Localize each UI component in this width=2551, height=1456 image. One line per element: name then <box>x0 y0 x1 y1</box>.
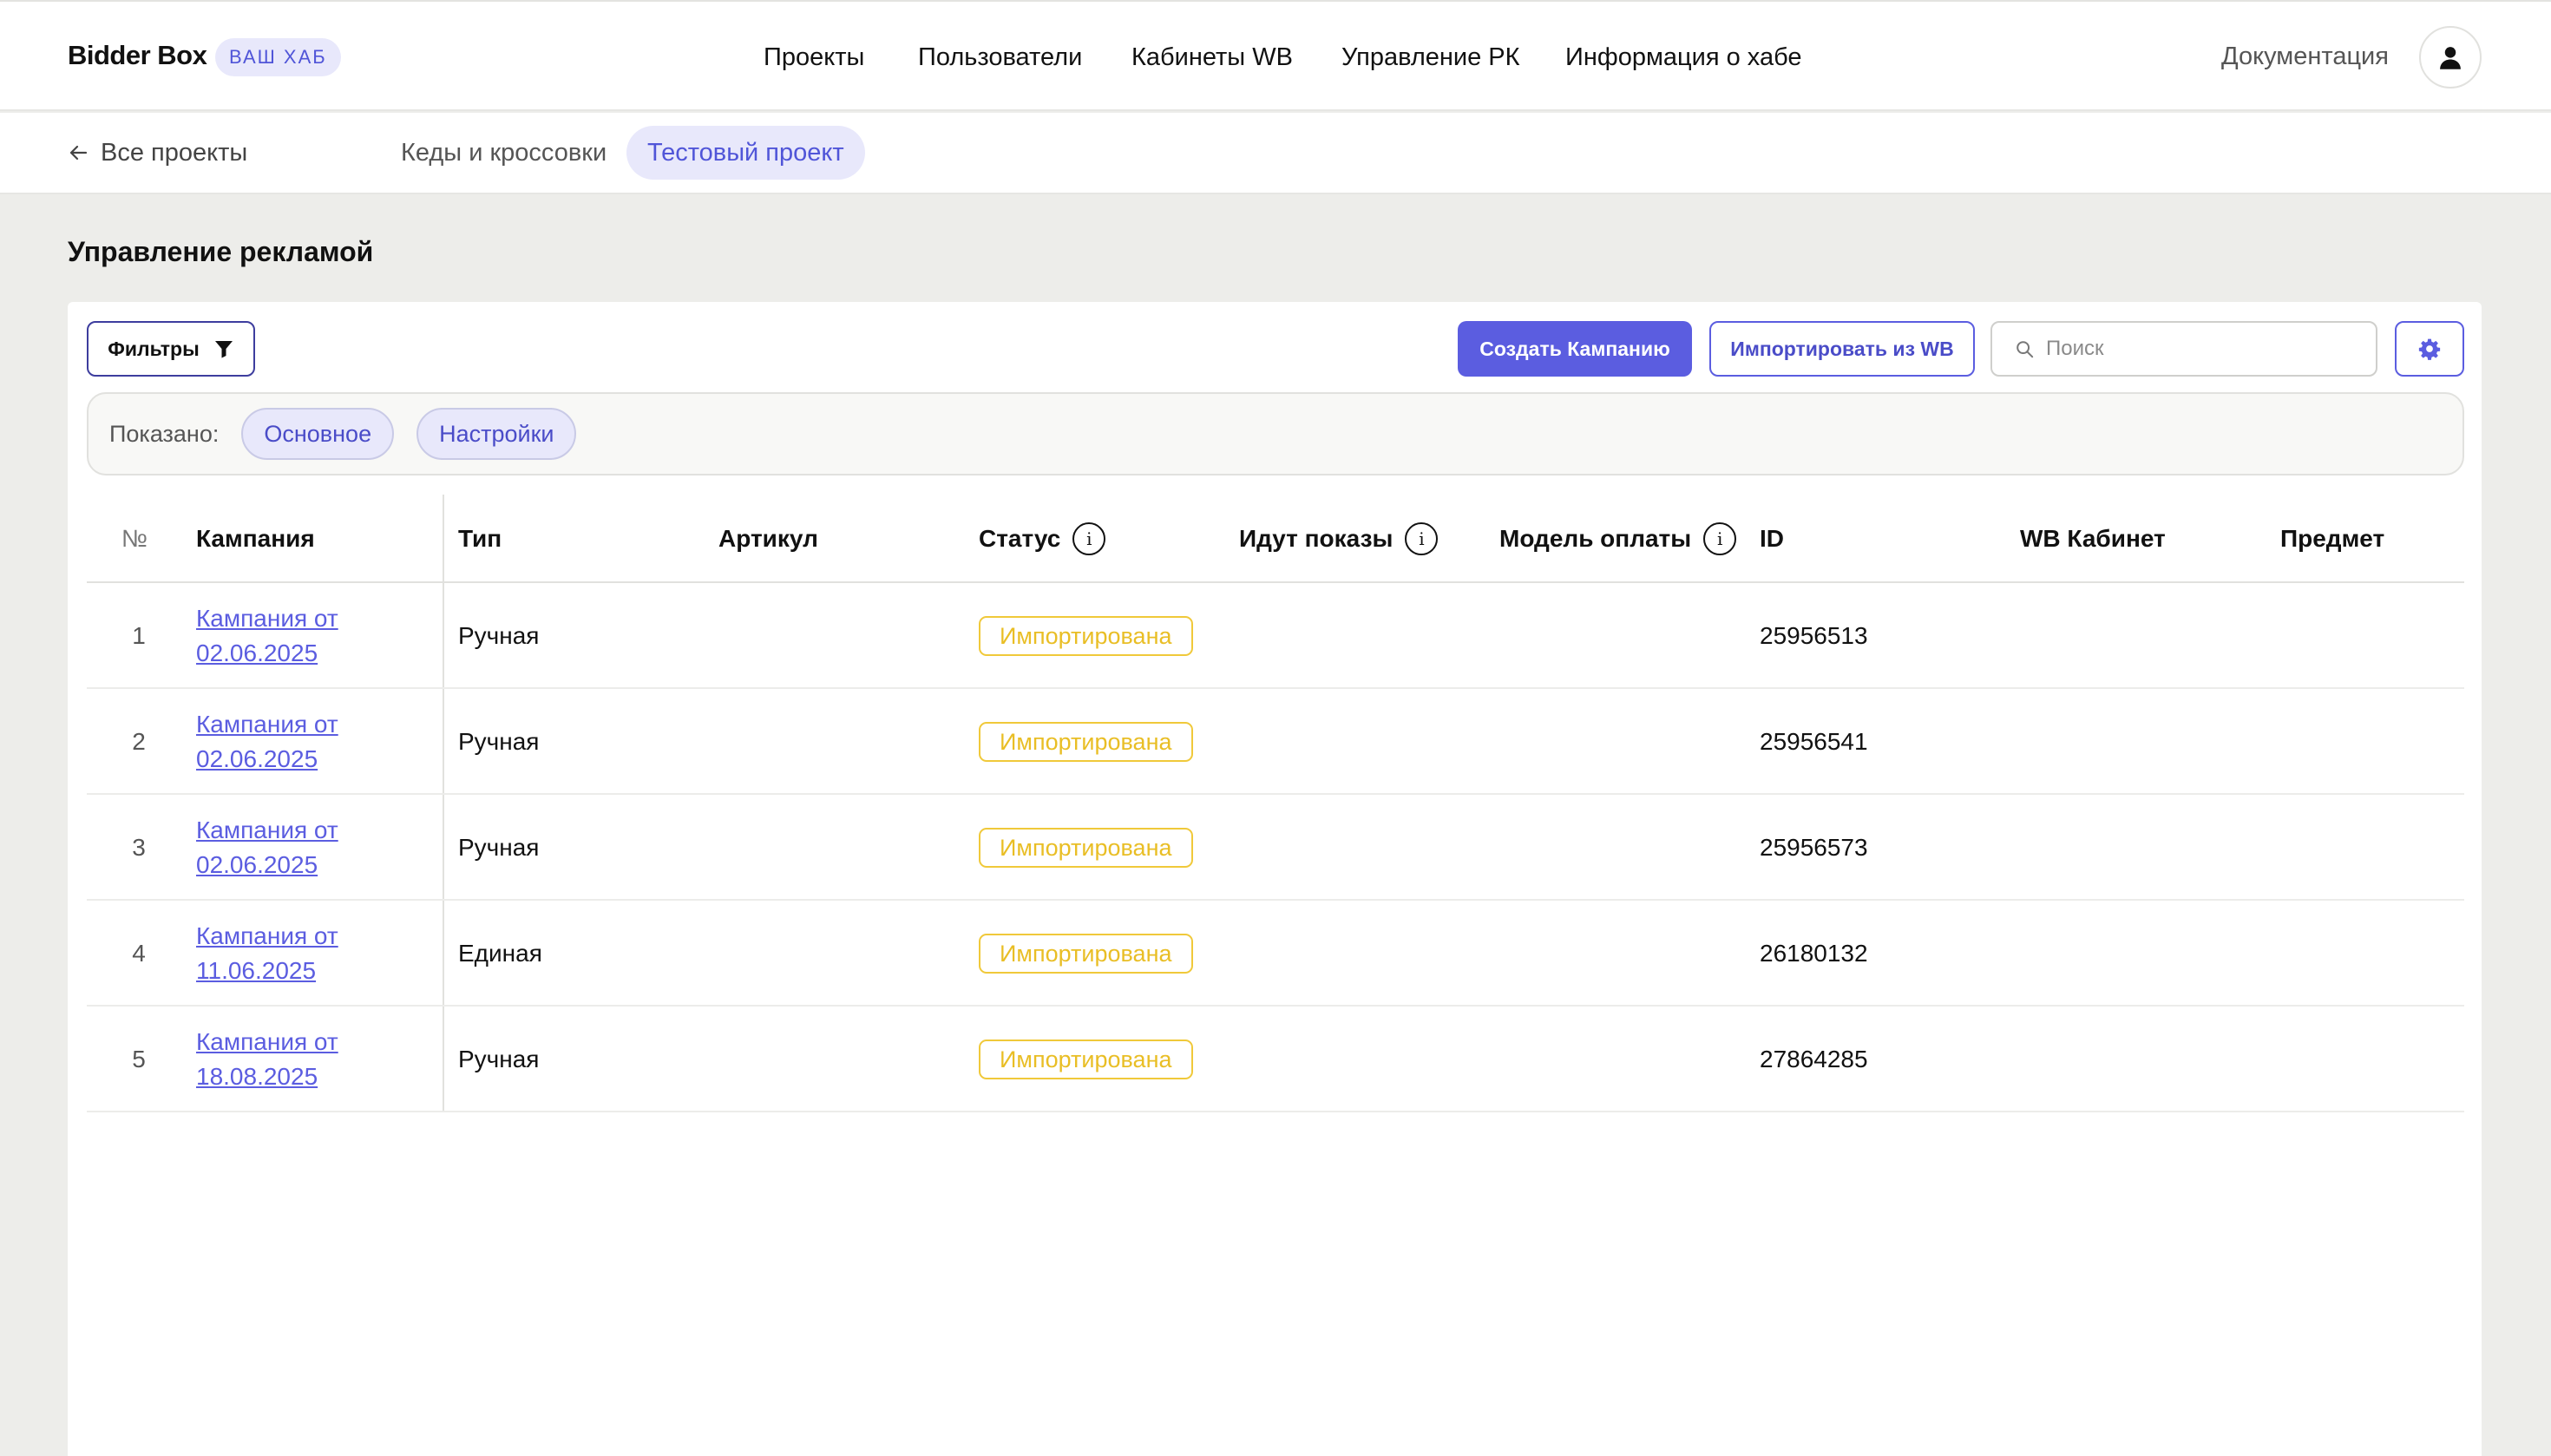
app-logo[interactable]: Bidder Box <box>68 40 207 71</box>
col-header-subject[interactable]: Предмет <box>2280 495 2384 583</box>
col-header-impressions[interactable]: Идут показы i <box>1239 495 1439 583</box>
shown-columns-bar: Показано: Основное Настройки <box>87 392 2464 475</box>
id-cell: 25956541 <box>1760 728 1868 755</box>
project-tab-test[interactable]: Тестовый проект <box>626 126 865 180</box>
row-number: 2 <box>132 728 146 755</box>
project-tab-sneakers[interactable]: Кеды и кроссовки <box>380 126 627 180</box>
id-cell: 27864285 <box>1760 1046 1868 1072</box>
row-number: 3 <box>132 834 146 861</box>
col-header-payment-model[interactable]: Модель оплаты i <box>1499 495 1737 583</box>
status-badge: Импортирована <box>979 828 1193 868</box>
documentation-link[interactable]: Документация <box>2221 43 2389 71</box>
import-from-wb-button[interactable]: Импортировать из WB <box>1709 321 1975 377</box>
col-header-wb-cabinet[interactable]: WB Кабинет <box>2020 495 2166 583</box>
table-row: 2 Кампания от 02.06.2025 Ручная Импортир… <box>87 689 2464 795</box>
campaign-link[interactable]: Кампания от 11.06.2025 <box>196 919 370 988</box>
filters-button-label: Фильтры <box>108 337 200 360</box>
status-badge: Импортирована <box>979 1040 1193 1079</box>
table-row: 3 Кампания от 02.06.2025 Ручная Импортир… <box>87 795 2464 901</box>
campaign-cell: Кампания от 18.08.2025 <box>196 1007 370 1112</box>
campaign-cell: Кампания от 02.06.2025 <box>196 795 370 901</box>
row-number: 1 <box>132 622 146 649</box>
search-input[interactable] <box>2046 337 2358 361</box>
col-header-id[interactable]: ID <box>1760 495 1784 583</box>
nav-item-users[interactable]: Пользователи <box>918 43 1082 72</box>
col-header-campaign[interactable]: Кампания <box>196 495 315 583</box>
status-cell: Импортирована <box>979 901 1193 1007</box>
campaigns-card: Фильтры Создать Кампанию Импортировать и… <box>68 302 2482 1456</box>
search-field[interactable] <box>1990 321 2377 377</box>
status-cell: Импортирована <box>979 795 1193 901</box>
nav-item-projects[interactable]: Проекты <box>764 43 864 72</box>
col-header-payment-label: Модель оплаты <box>1499 525 1692 552</box>
table-row: 4 Кампания от 11.06.2025 Единая Импортир… <box>87 901 2464 1007</box>
campaign-cell: Кампания от 02.06.2025 <box>196 689 370 795</box>
type-cell: Ручная <box>458 622 540 649</box>
user-icon <box>2440 47 2461 69</box>
type-cell: Единая <box>458 940 542 967</box>
campaign-link[interactable]: Кампания от 02.06.2025 <box>196 813 370 882</box>
filters-button[interactable]: Фильтры <box>87 321 255 377</box>
status-badge: Импортирована <box>979 616 1193 656</box>
funnel-icon <box>214 341 233 358</box>
status-cell: Импортирована <box>979 583 1193 689</box>
table-settings-button[interactable] <box>2395 321 2464 377</box>
arrow-left-icon <box>69 145 88 161</box>
campaigns-table: № Кампания Тип Артикул Статус i Идут пок… <box>87 495 2464 1112</box>
row-number: 4 <box>132 940 146 967</box>
col-header-number: № <box>121 525 148 552</box>
campaign-cell: Кампания от 02.06.2025 <box>196 583 370 689</box>
gear-icon <box>2418 338 2441 360</box>
page-title: Управление рекламой <box>68 236 374 267</box>
id-cell: 26180132 <box>1760 940 1868 967</box>
table-header: № Кампания Тип Артикул Статус i Идут пок… <box>87 495 2464 583</box>
create-campaign-button[interactable]: Создать Кампанию <box>1458 321 1692 377</box>
col-header-type[interactable]: Тип <box>458 495 502 583</box>
back-to-projects-link[interactable]: Все проекты <box>68 137 247 168</box>
shown-label: Показано: <box>109 420 220 447</box>
avatar-button[interactable] <box>2419 26 2482 89</box>
campaign-link[interactable]: Кампания от 02.06.2025 <box>196 707 370 777</box>
status-badge: Импортирована <box>979 934 1193 974</box>
type-cell: Ручная <box>458 728 540 755</box>
info-icon[interactable]: i <box>1703 522 1737 555</box>
col-header-status[interactable]: Статус i <box>979 495 1106 583</box>
status-badge: Импортирована <box>979 722 1193 762</box>
campaign-cell: Кампания от 11.06.2025 <box>196 901 370 1007</box>
info-icon[interactable]: i <box>1405 522 1439 555</box>
project-subbar: Все проекты Кеды и кроссовки Тестовый пр… <box>0 113 2551 194</box>
info-icon[interactable]: i <box>1072 522 1106 555</box>
table-row: 5 Кампания от 18.08.2025 Ручная Импортир… <box>87 1007 2464 1112</box>
col-header-article[interactable]: Артикул <box>718 495 818 583</box>
search-icon <box>2017 341 2034 358</box>
nav-item-wb-cabinets[interactable]: Кабинеты WB <box>1131 43 1293 72</box>
id-cell: 25956573 <box>1760 834 1868 861</box>
type-cell: Ручная <box>458 834 540 861</box>
campaign-link[interactable]: Кампания от 02.06.2025 <box>196 601 370 671</box>
id-cell: 25956513 <box>1760 622 1868 649</box>
status-cell: Импортирована <box>979 689 1193 795</box>
table-row: 1 Кампания от 02.06.2025 Ручная Импортир… <box>87 583 2464 689</box>
col-header-impressions-label: Идут показы <box>1239 525 1394 552</box>
row-number: 5 <box>132 1046 146 1072</box>
col-header-status-label: Статус <box>979 525 1061 552</box>
campaign-link[interactable]: Кампания от 18.08.2025 <box>196 1025 370 1094</box>
chip-basic[interactable]: Основное <box>241 408 395 460</box>
nav-item-hub-info[interactable]: Информация о хабе <box>1565 43 1802 72</box>
chip-settings[interactable]: Настройки <box>416 408 577 460</box>
type-cell: Ручная <box>458 1046 540 1072</box>
nav-item-ad-management[interactable]: Управление РК <box>1341 43 1520 72</box>
status-cell: Импортирована <box>979 1007 1193 1112</box>
hub-badge: ВАШ ХАБ <box>215 38 341 76</box>
top-header: Bidder Box ВАШ ХАБ Проекты Пользователи … <box>0 0 2551 111</box>
back-link-label: Все проекты <box>101 138 248 167</box>
